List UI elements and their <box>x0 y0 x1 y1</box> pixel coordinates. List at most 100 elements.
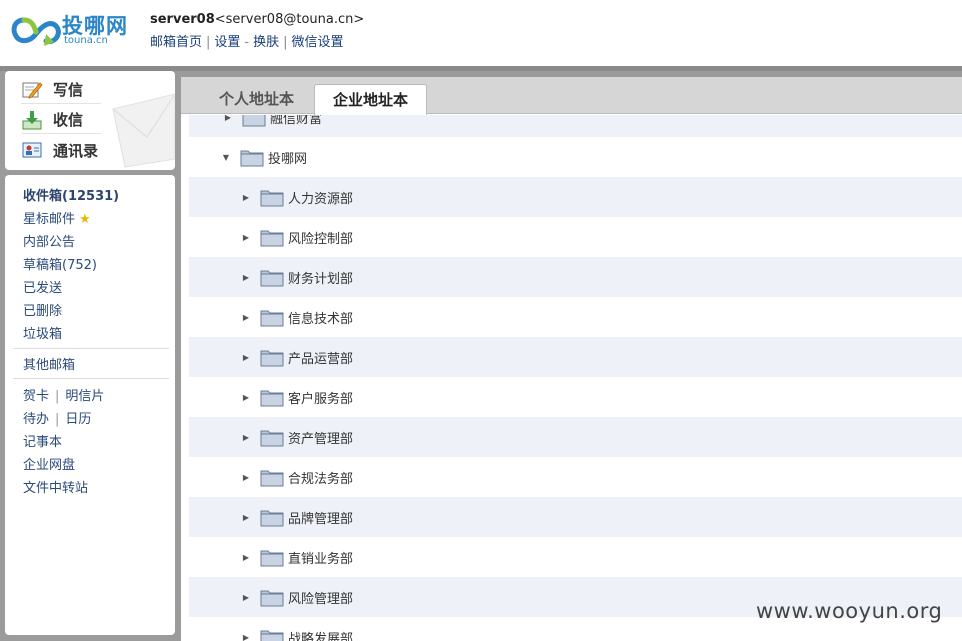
collapsed-arrow-icon[interactable]: ▶ <box>241 553 251 562</box>
folder-icon <box>260 230 284 247</box>
tree-node-name: 直销业务部 <box>288 551 354 567</box>
tree-row-department[interactable]: ▶ 合规法务部 <box>189 457 962 497</box>
tree-row-department[interactable]: ▶ 品牌管理部 <box>189 497 962 537</box>
tree-row-department[interactable]: ▶ 产品运营部 <box>189 337 962 377</box>
folder-starred[interactable]: 星标邮件 ★ <box>23 208 91 227</box>
tree-node-name: 合规法务部 <box>288 471 354 487</box>
folder-icon <box>260 390 284 407</box>
folder-icon <box>260 470 284 487</box>
tree-node-name: 财务计划部 <box>288 271 354 287</box>
folder-icon <box>260 550 284 567</box>
tree-row-department[interactable]: ▶ 资产管理部 <box>189 417 962 457</box>
collapsed-arrow-icon[interactable]: ▶ <box>241 233 251 242</box>
expanded-arrow-icon[interactable]: ▼ <box>221 153 231 162</box>
collapsed-arrow-icon[interactable]: ▶ <box>241 273 251 282</box>
tab-personal-address-book[interactable]: 个人地址本 <box>203 84 310 115</box>
folder-drafts[interactable]: 草稿箱(752) <box>23 254 97 273</box>
folder-sidebar: 收件箱(12531) 星标邮件 ★ 内部公告 草稿箱(752) 已发送 已删除 垃… <box>5 175 175 635</box>
nav-separator: | <box>206 35 211 50</box>
tree-node-name: 资产管理部 <box>288 431 354 447</box>
folder-icon <box>242 115 266 127</box>
collapsed-arrow-icon[interactable]: ▶ <box>241 593 251 602</box>
tree-node-name: 人力资源部 <box>288 191 354 207</box>
folder-icon <box>260 310 284 327</box>
tree-node-name: 融信财富 <box>270 115 323 127</box>
sidebar-divider <box>13 348 169 349</box>
nav-separator: | <box>283 35 288 50</box>
compose-label: 写信 <box>53 81 84 99</box>
logo[interactable]: 投哪网 touna.cn <box>10 10 135 50</box>
folder-inbox[interactable]: 收件箱(12531) <box>23 185 119 204</box>
tree-row-department[interactable]: ▶ 直销业务部 <box>189 537 962 577</box>
nav-wechat-settings[interactable]: 微信设置 <box>292 35 344 50</box>
tab-enterprise-address-book[interactable]: 企业地址本 <box>314 84 428 115</box>
tree-node-name: 信息技术部 <box>288 311 354 327</box>
contacts-icon <box>22 142 42 158</box>
tool-postcard[interactable]: 明信片 <box>65 389 104 404</box>
nav-settings[interactable]: 设置 <box>214 35 240 50</box>
user-identity: server08<server08@touna.cn> <box>150 12 364 27</box>
tool-separator: | <box>55 412 60 427</box>
contacts-button[interactable]: 通讯录 <box>21 136 101 164</box>
watermark: www.wooyun.org <box>756 599 943 623</box>
tree-node-name: 风险控制部 <box>288 231 354 247</box>
folder-announcements[interactable]: 内部公告 <box>23 231 75 250</box>
collapsed-arrow-icon[interactable]: ▶ <box>241 513 251 522</box>
tree-node-name: 风险管理部 <box>288 591 354 607</box>
tool-netdisk[interactable]: 企业网盘 <box>23 454 75 473</box>
inbox-download-icon <box>22 110 42 129</box>
nav-skin[interactable]: 换肤 <box>253 35 279 50</box>
tree-node-name: 产品运营部 <box>288 351 354 367</box>
collapsed-arrow-icon[interactable]: ▶ <box>241 393 251 402</box>
tool-calendar[interactable]: 日历 <box>65 412 91 427</box>
tool-file-transfer[interactable]: 文件中转站 <box>23 477 88 496</box>
folder-icon <box>260 430 284 447</box>
tool-todo[interactable]: 待办 <box>23 412 49 427</box>
tree-row-partial[interactable]: ▶ 融信财富 <box>189 115 962 137</box>
nav-separator: - <box>244 35 250 50</box>
quick-actions-panel: 写信 收信 通讯录 <box>5 71 175 170</box>
tab-bar: 个人地址本 企业地址本 <box>181 77 962 115</box>
folder-icon <box>260 190 284 207</box>
tool-greeting-card[interactable]: 贺卡 <box>23 389 49 404</box>
pencil-icon <box>22 81 43 99</box>
tool-notes[interactable]: 记事本 <box>23 431 62 450</box>
logo-mark-icon <box>11 17 61 46</box>
star-icon: ★ <box>79 212 91 227</box>
collapsed-arrow-icon[interactable]: ▶ <box>241 473 251 482</box>
collapsed-arrow-icon[interactable]: ▶ <box>241 353 251 362</box>
tree-node-name: 客户服务部 <box>288 391 354 407</box>
folder-icon <box>260 630 284 641</box>
tools-row-todo: 待办 | 日历 <box>23 408 91 427</box>
folder-icon <box>260 510 284 527</box>
address-book-main: 个人地址本 企业地址本 ▶ 融信财富 ▼ 投哪网 ▶ 人力资源部 ▶ 风险控制部 ▶ 财务… <box>181 77 962 641</box>
folder-spam[interactable]: 垃圾箱 <box>23 323 62 342</box>
tree-row-department[interactable]: ▶ 财务计划部 <box>189 257 962 297</box>
collapsed-arrow-icon[interactable]: ▶ <box>241 313 251 322</box>
folder-icon <box>260 270 284 287</box>
tools-row-cards: 贺卡 | 明信片 <box>23 385 104 404</box>
folder-icon <box>260 590 284 607</box>
folder-icon <box>240 150 264 167</box>
header-nav: 邮箱首页 | 设置 - 换肤 | 微信设置 <box>150 31 344 50</box>
tree-row-root[interactable]: ▼ 投哪网 <box>189 137 962 177</box>
collapsed-arrow-icon[interactable]: ▶ <box>223 115 233 122</box>
receive-mail-button[interactable]: 收信 <box>21 106 101 134</box>
header: 投哪网 touna.cn server08<server08@touna.cn>… <box>0 0 962 66</box>
logo-subtext: touna.cn <box>64 35 108 46</box>
nav-mail-home[interactable]: 邮箱首页 <box>150 35 202 50</box>
collapsed-arrow-icon[interactable]: ▶ <box>241 193 251 202</box>
tree-row-department[interactable]: ▶ 信息技术部 <box>189 297 962 337</box>
tree-row-department[interactable]: ▶ 人力资源部 <box>189 177 962 217</box>
folder-other-mailboxes[interactable]: 其他邮箱 <box>23 354 75 373</box>
folder-sent[interactable]: 已发送 <box>23 277 62 296</box>
tree-row-department[interactable]: ▶ 风险控制部 <box>189 217 962 257</box>
tool-separator: | <box>55 389 60 404</box>
tree-row-department[interactable]: ▶ 客户服务部 <box>189 377 962 417</box>
collapsed-arrow-icon[interactable]: ▶ <box>241 433 251 442</box>
folder-starred-label: 星标邮件 <box>23 212 76 227</box>
folder-deleted[interactable]: 已删除 <box>23 300 62 319</box>
collapsed-arrow-icon[interactable]: ▶ <box>241 633 251 641</box>
org-tree: ▶ 融信财富 ▼ 投哪网 ▶ 人力资源部 ▶ 风险控制部 ▶ 财务计划部 ▶ 信息技术部 ▶ 产品… <box>189 115 962 641</box>
compose-button[interactable]: 写信 <box>21 76 101 104</box>
